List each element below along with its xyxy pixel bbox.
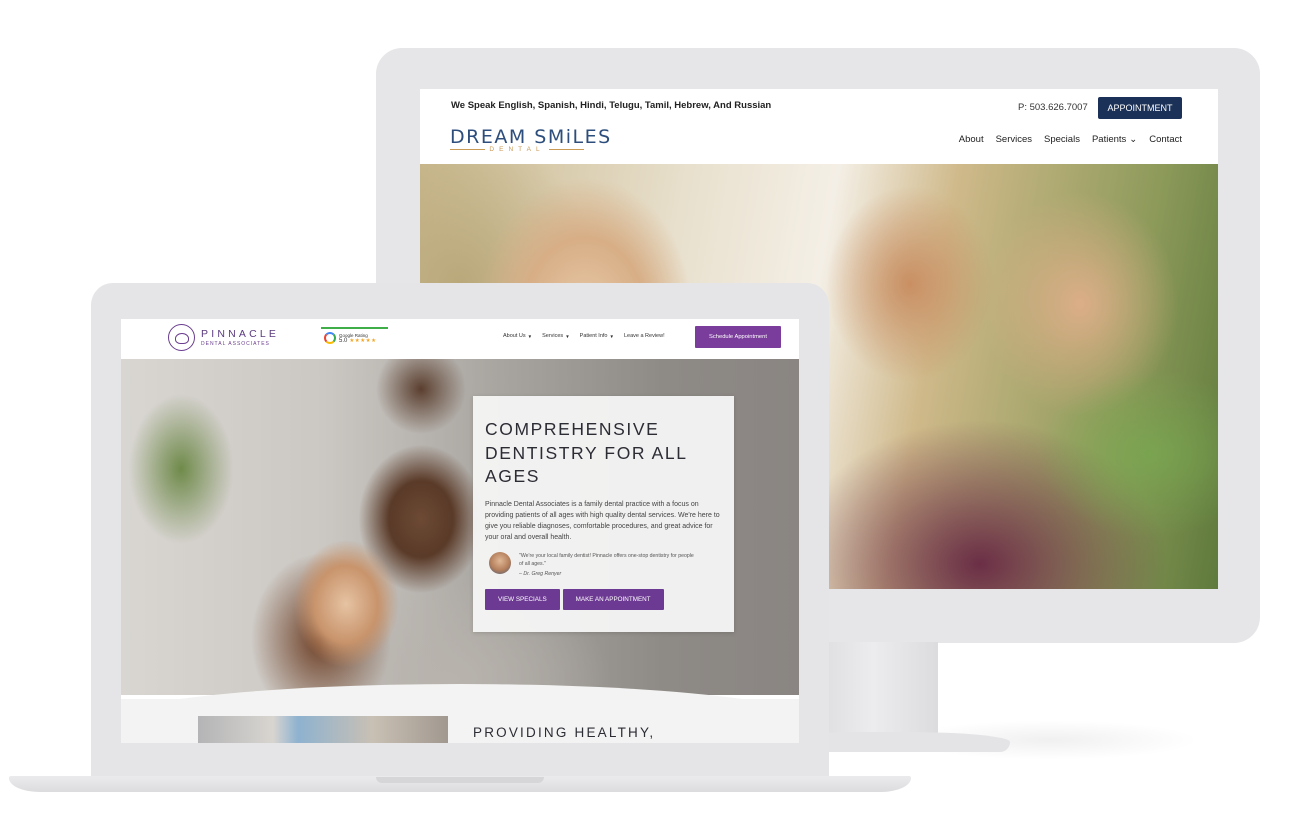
hero-buttons: VIEW SPECIALS MAKE AN APPOINTMENT (485, 589, 722, 611)
google-rating-badge[interactable]: Google Rating 5.0 ★★★★★ (321, 327, 388, 347)
nav-item-patient-info[interactable]: Patient Info ▼ (580, 333, 614, 339)
logo-subtext: DENTAL (489, 146, 545, 153)
phone-number[interactable]: P: 503.626.7007 (1018, 102, 1088, 113)
nav-item-services-label: Services (542, 333, 564, 339)
nav-item-about-us-label: About Us (503, 333, 526, 339)
schedule-appointment-button[interactable]: Schedule Appointment (695, 326, 781, 348)
nav-item-patient-info-label: Patient Info (579, 333, 608, 339)
languages-banner: We Speak English, Spanish, Hindi, Telugu… (451, 100, 772, 111)
pinnacle-logo-icon[interactable] (168, 324, 195, 351)
dream-smiles-logo[interactable]: DREAM SMiLES DENTAL (450, 126, 612, 153)
caret-down-icon: ▼ (565, 333, 570, 339)
google-icon (324, 332, 336, 344)
view-specials-button[interactable]: VIEW SPECIALS (485, 589, 560, 611)
hero-content-card: COMPREHENSIVE DENTISTRY FOR ALL AGES Pin… (473, 396, 734, 632)
nav-item-patients[interactable]: Patients ⌄ (1092, 134, 1137, 145)
nav-item-about[interactable]: About (959, 134, 984, 145)
nav-item-contact[interactable]: Contact (1149, 134, 1182, 145)
doctor-quote: "We're your local family dentist! Pinnac… (485, 552, 722, 577)
pinnacle-header: PINNACLE DENTAL ASSOCIATES Google Rating… (121, 319, 799, 359)
hero-description: Pinnacle Dental Associates is a family d… (485, 500, 720, 542)
pinnacle-logo-subtext: DENTAL ASSOCIATES (201, 341, 270, 347)
google-rating: Google Rating 5.0 ★★★★★ (339, 333, 377, 344)
logo-wordmark: DREAM SMiLES (450, 126, 612, 148)
quote-text: "We're your local family dentist! Pinnac… (519, 553, 694, 568)
pinnacle-logo-wordmark: PINNACLE (201, 328, 280, 340)
desktop-main-nav: About Services Specials Patients ⌄ Conta… (959, 134, 1182, 145)
section-title: PROVIDING HEALTHY, (473, 725, 656, 740)
pinnacle-main-nav: About Us ▼ Services ▼ Patient Info ▼ Lea… (503, 333, 665, 339)
providing-section: PROVIDING HEALTHY, (121, 699, 799, 743)
quote-content: "We're your local family dentist! Pinnac… (519, 552, 699, 577)
nav-item-patients-label: Patients (1091, 134, 1127, 145)
make-appointment-button[interactable]: MAKE AN APPOINTMENT (562, 589, 664, 611)
star-rating-icon: ★★★★★ (349, 337, 377, 344)
nav-item-leave-review[interactable]: Leave a Review! (624, 333, 665, 339)
laptop-notch (376, 777, 544, 783)
appointment-button[interactable]: APPOINTMENT (1098, 97, 1182, 119)
google-rating-score: 5.0 (339, 337, 348, 344)
hero-title: COMPREHENSIVE DENTISTRY FOR ALL AGES (485, 419, 687, 486)
logo-rule-right (548, 149, 585, 150)
doctor-avatar (489, 552, 511, 575)
section-photo (198, 716, 448, 743)
nav-item-specials[interactable]: Specials (1044, 134, 1080, 145)
nav-item-services[interactable]: Services (996, 134, 1032, 145)
google-rating-score-row: 5.0 ★★★★★ (339, 338, 377, 344)
nav-item-services[interactable]: Services ▼ (542, 333, 570, 339)
logo-rule-left (450, 149, 486, 150)
laptop-website-screen: PINNACLE DENTAL ASSOCIATES Google Rating… (121, 319, 799, 743)
caret-down-icon: ▼ (527, 333, 533, 339)
caret-down-icon: ▼ (609, 333, 614, 339)
monitor-stand-neck (820, 642, 938, 740)
nav-item-about-us[interactable]: About Us ▼ (503, 333, 532, 339)
pinnacle-logo[interactable]: PINNACLE DENTAL ASSOCIATES (201, 328, 279, 347)
chevron-down-icon: ⌄ (1129, 134, 1138, 145)
quote-author: – Dr. Greg Renyer (519, 571, 562, 578)
